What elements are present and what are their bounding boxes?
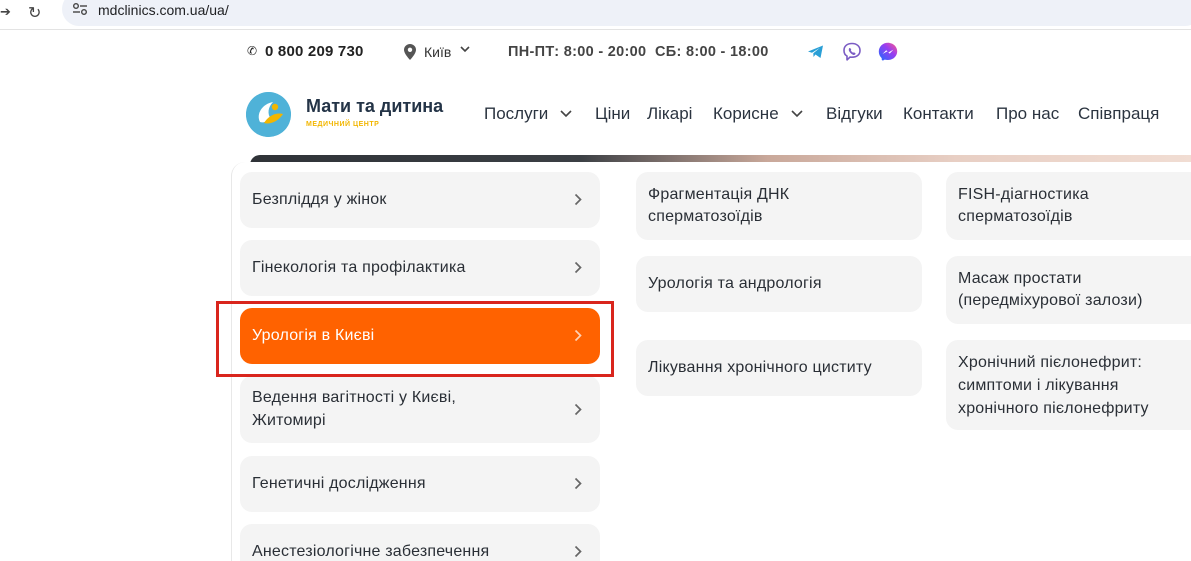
chevron-right-icon <box>574 193 582 206</box>
telegram-icon[interactable] <box>806 42 826 62</box>
submenu-link-label: Фрагментація ДНК <box>648 186 790 203</box>
viber-icon[interactable] <box>842 42 862 62</box>
submenu-link[interactable]: Масаж простати (передміхурової залози) <box>946 256 1191 324</box>
submenu-link[interactable]: Лікування хронічного циститу <box>636 340 922 396</box>
working-hours: ПН-ПТ: 8:00 - 20:00 СБ: 8:00 - 18:00 <box>508 44 769 60</box>
nav-about[interactable]: Про нас <box>996 104 1059 124</box>
phone-number[interactable]: 0 800 209 730 <box>265 43 364 60</box>
address-bar[interactable]: mdclinics.com.ua/ua/ <box>62 0 1191 26</box>
menu-category-label: Гінекологія та профілактика <box>252 259 466 276</box>
browser-toolbar: ➔ ↻ mdclinics.com.ua/ua/ <box>0 0 1191 30</box>
menu-category-label-line2: Житомирі <box>252 412 326 429</box>
menu-category[interactable]: Анестезіологічне забезпечення <box>240 524 600 561</box>
logo-subtitle: МЕДИЧНИЙ ЦЕНТР <box>306 121 380 128</box>
nav-doctors[interactable]: Лікарі <box>647 104 692 124</box>
nav-prices[interactable]: Ціни <box>595 104 630 124</box>
chevron-down-icon[interactable] <box>791 110 803 118</box>
chevron-right-icon <box>574 261 582 274</box>
logo-icon[interactable] <box>246 92 291 137</box>
submenu-link[interactable]: Хронічний пієлонефрит: симптоми і лікува… <box>946 340 1191 430</box>
location-pin-icon <box>404 44 416 60</box>
submenu-link-label: сперматозоїдів <box>648 208 763 225</box>
nav-useful[interactable]: Корисне <box>713 104 779 124</box>
chevron-right-icon <box>574 403 582 416</box>
menu-category[interactable]: Безпліддя у жінок <box>240 172 600 228</box>
submenu-link-label: Масаж простати <box>958 270 1082 287</box>
chevron-right-icon <box>574 477 582 490</box>
submenu-link-label: Урологія та андрологія <box>648 275 822 292</box>
menu-category-label: Анестезіологічне забезпечення <box>252 543 490 560</box>
submenu-link-label: FISH-діагностика <box>958 186 1089 203</box>
submenu-link-label: Лікування хронічного циститу <box>648 359 872 376</box>
submenu-link[interactable]: Урологія та андрологія <box>636 256 922 312</box>
phone-icon: ✆ <box>247 44 258 58</box>
highlight-annotation <box>216 301 614 377</box>
forward-arrow-icon[interactable]: ➔ <box>0 5 11 20</box>
submenu-link-label: (передміхурової залози) <box>958 292 1143 309</box>
nav-contacts[interactable]: Контакти <box>903 104 974 124</box>
menu-category[interactable]: Ведення вагітності у Києві, Житомирі <box>240 376 600 443</box>
chevron-right-icon <box>574 545 582 558</box>
chevron-down-icon[interactable] <box>460 46 470 53</box>
menu-category-label: Генетичні дослідження <box>252 475 426 492</box>
submenu-link[interactable]: FISH-діагностика сперматозоїдів <box>946 172 1191 240</box>
submenu-link[interactable]: Фрагментація ДНК сперматозоїдів <box>636 172 922 240</box>
chevron-down-icon[interactable] <box>560 110 572 118</box>
city-selector[interactable]: Київ <box>424 44 451 60</box>
submenu-link-label: сперматозоїдів <box>958 208 1073 225</box>
nav-reviews[interactable]: Відгуки <box>826 104 883 124</box>
menu-category[interactable]: Гінекологія та профілактика <box>240 240 600 296</box>
submenu-link-label: симптоми і лікування <box>958 377 1119 394</box>
reload-icon[interactable]: ↻ <box>28 3 41 22</box>
nav-services[interactable]: Послуги <box>484 104 548 124</box>
menu-category[interactable]: Генетичні дослідження <box>240 456 600 512</box>
logo-title[interactable]: Мати та дитина <box>306 96 443 117</box>
nav-cooperation[interactable]: Співпраця <box>1078 104 1159 124</box>
menu-category-label: Безпліддя у жінок <box>252 191 387 208</box>
menu-category-label: Ведення вагітності у Києві, <box>252 389 457 406</box>
submenu-link-label: хронічного пієлонефриту <box>958 400 1149 417</box>
site-settings-icon[interactable] <box>72 2 88 16</box>
url-text[interactable]: mdclinics.com.ua/ua/ <box>98 2 229 18</box>
submenu-link-label: Хронічний пієлонефрит: <box>958 354 1143 371</box>
messenger-icon[interactable] <box>878 42 898 62</box>
